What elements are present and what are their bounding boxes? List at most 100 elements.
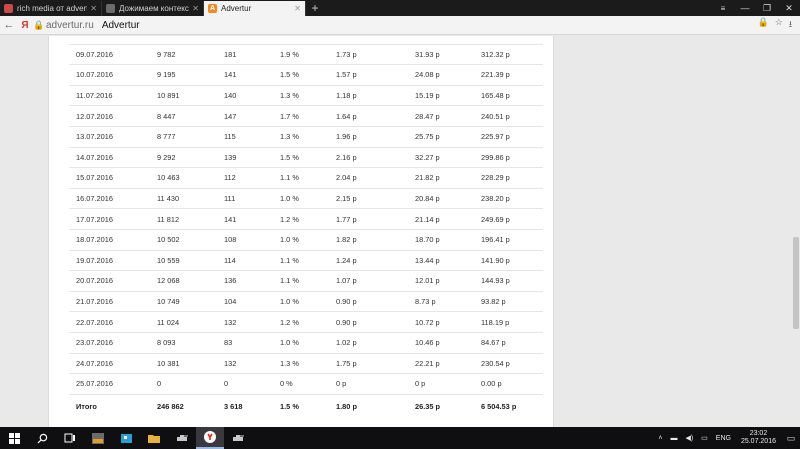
world-of-tanks-icon[interactable] [168,427,196,449]
volume-icon[interactable]: ◀) [685,434,693,442]
tab-dozhimaem[interactable]: Дожимаем контекстн ✕ [102,1,204,16]
cell-clicks: 141 [224,70,237,80]
cell-ctr: 1.3 % [280,358,299,368]
world-of-tanks-icon-2[interactable] [224,427,252,449]
address-url[interactable]: advertur.ru [46,20,94,31]
cell-income: 118.19 р [481,317,510,327]
tab-title: Advertur [221,4,252,13]
address-bar: ← Я 🔒 advertur.ru Advertur 🔒 ☆ ⭳ [0,16,800,35]
windows-start-icon[interactable] [0,427,28,449]
protect-icon[interactable]: 🔒 [758,17,769,33]
cell-income: 141.90 р [481,255,510,265]
cell-clicks: 3 618 [224,402,243,412]
clock[interactable]: 23:02 25.07.2016 [741,430,776,446]
cell-cpc: 2.15 р [336,194,357,204]
cell-views: 0 [157,379,162,389]
table-row: 13.07.2016 8 777 115 1.3 % 1.96 р 25.75 р 225.… [69,127,543,148]
network-icon[interactable]: ▬ [670,435,677,442]
cell-income: 230.54 р [481,358,510,368]
cell-date: 10.07.2016 [76,70,113,80]
close-window-icon[interactable]: ✕ [778,0,800,16]
cell-income: 165.48 р [481,91,510,101]
store-icon[interactable] [112,427,140,449]
cell-cpc: 1.82 р [336,235,357,245]
cell-cpm: 18.70 р [415,235,440,245]
advertur-favicon: A [208,4,217,13]
keyboard-lang[interactable]: ENG [716,435,731,442]
cell-clicks: 112 [224,173,236,183]
cell-date: 13.07.2016 [76,132,113,142]
cell-cpc: 1.02 р [336,338,357,348]
cell-date: 17.07.2016 [76,214,113,224]
cell-date: 20.07.2016 [76,276,113,286]
cell-views: 10 381 [157,358,180,368]
cell-date: 09.07.2016 [76,49,113,59]
cell-income: 144.93 р [481,276,510,286]
cell-cpc: 1.24 р [336,255,357,265]
cell-cpc: 2.16 р [336,152,357,162]
tabs-menu-icon[interactable]: ≡ [712,0,734,16]
cell-income: 93.82 р [481,297,506,307]
file-explorer-icon[interactable] [140,427,168,449]
back-arrow-icon[interactable]: ← [0,19,18,31]
yandex-browser-icon[interactable] [196,427,224,449]
search-icon[interactable] [28,427,56,449]
cell-income: 221.39 р [481,70,510,80]
cell-income: 84.67 р [481,338,506,348]
new-tab-button[interactable]: + [306,1,324,16]
cell-income: 299.86 р [481,152,510,162]
cell-ctr: 1.1 % [280,255,299,265]
chevron-up-icon[interactable]: ˄ [658,435,662,442]
cell-cpc: 1.80 р [336,402,357,412]
clock-time: 23:02 [749,430,768,437]
cell-ctr: 1.0 % [280,338,299,348]
tab-rich-media[interactable]: rich media от advertu ✕ [0,1,102,16]
cell-views: 10 559 [157,255,180,265]
cell-views: 10 749 [157,297,180,307]
scrollbar-thumb[interactable] [793,237,799,329]
media-app-icon[interactable] [84,427,112,449]
page-viewport: 08.07.2016 09.07.2016 9 782 181 1.9 % 1.73 р… [0,36,800,427]
tab-bar: rich media от advertu ✕ Дожимаем контекс… [0,0,800,16]
cell-cpm: 0 р [415,379,426,389]
cell-cpm: 26.35 р [415,402,441,412]
cell-views: 9 782 [157,49,176,59]
table-row: 12.07.2016 8 447 147 1.7 % 1.64 р 28.47 р 240.… [69,106,543,127]
bookmark-star-icon[interactable]: ☆ [775,17,783,33]
minimize-icon[interactable]: — [734,0,756,16]
scrollbar[interactable] [791,36,800,427]
cell-clicks: 136 [224,276,237,286]
cell-cpm: 10.72 р [415,317,440,327]
cell-ctr: 1.5 % [280,402,299,412]
cell-cpc: 1.07 р [336,276,357,286]
cell-cpc: 0.90 р [336,297,357,307]
cell-cpm: 20.84 р [415,194,440,204]
cell-date: 18.07.2016 [76,235,113,245]
download-icon[interactable]: ⭳ [789,17,792,33]
yandex-logo-icon[interactable]: Я [18,20,32,31]
tab-advertur[interactable]: A Advertur ✕ [204,1,306,16]
close-icon[interactable]: ✕ [90,4,97,13]
address-page-title[interactable]: Advertur [102,20,140,31]
table-row: 14.07.2016 9 292 139 1.5 % 2.16 р 32.27 р 299.… [69,148,543,169]
close-icon[interactable]: ✕ [192,4,199,13]
cell-views: 9 292 [157,152,176,162]
cell-clicks: 104 [224,297,237,307]
cell-ctr: 1.1 % [280,173,299,183]
tab-title: Дожимаем контекстн [119,4,190,13]
close-icon[interactable]: ✕ [294,4,301,13]
cell-ctr: 1.2 % [280,317,299,327]
table-row: 18.07.2016 10 502 108 1.0 % 1.82 р 18.70 р 196… [69,230,543,251]
maximize-icon[interactable]: ❐ [756,0,778,16]
cell-date: 25.07.2016 [76,379,113,389]
task-view-icon[interactable] [56,427,84,449]
cell-income: 225.97 р [481,132,510,142]
table-row: 19.07.2016 10 559 114 1.1 % 1.24 р 13.44 р 141… [69,251,543,272]
lock-icon[interactable]: 🔒 [32,20,46,31]
table-row: 11.07.2016 10 891 140 1.3 % 1.18 р 15.19 р 165… [69,86,543,107]
stats-table: 08.07.2016 09.07.2016 9 782 181 1.9 % 1.73 р… [69,36,543,419]
notifications-icon[interactable]: ▭ [782,427,800,449]
cell-ctr: 1.1 % [280,276,299,286]
battery-icon[interactable]: ▭ [701,434,708,442]
cell-ctr: 1.3 % [280,91,299,101]
